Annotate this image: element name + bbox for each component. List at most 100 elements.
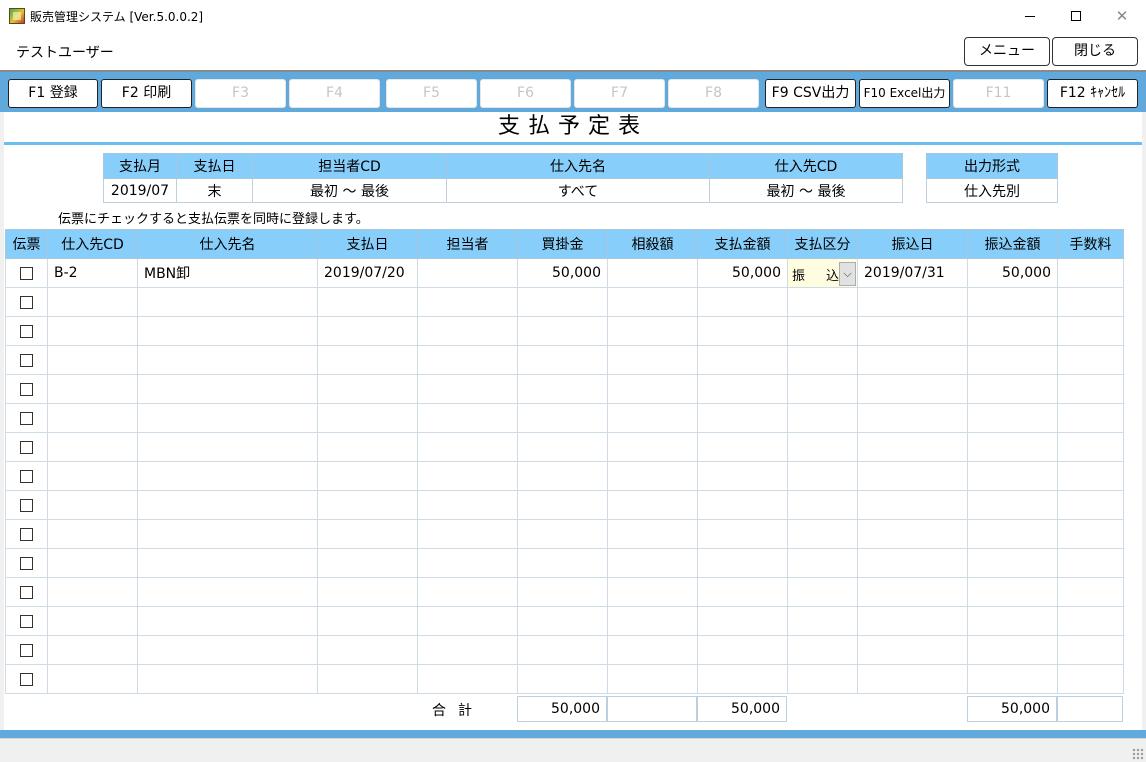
col-header-pay-type[interactable]: 支払区分 — [787, 229, 858, 259]
fee-cell[interactable] — [1057, 374, 1124, 404]
voucher-cell[interactable] — [5, 548, 48, 578]
payable-cell[interactable] — [517, 403, 608, 433]
offset-cell[interactable] — [607, 432, 698, 462]
f1-register-button[interactable]: F1 登録 — [8, 79, 98, 108]
supplier-cd-cell[interactable] — [47, 577, 138, 607]
pay-date-cell[interactable] — [317, 606, 418, 636]
supplier-cd-cell[interactable] — [47, 316, 138, 346]
offset-cell[interactable] — [607, 577, 698, 607]
fee-cell[interactable] — [1057, 548, 1124, 578]
supplier-name-cell[interactable] — [137, 374, 318, 404]
offset-cell[interactable] — [607, 287, 698, 317]
chevron-down-icon[interactable]: ⌵ — [839, 261, 856, 286]
pay-date-cell[interactable] — [317, 461, 418, 491]
supplier-name-cell[interactable]: MBN卸 — [137, 258, 318, 288]
fee-cell[interactable] — [1057, 345, 1124, 375]
pay-type-cell[interactable] — [787, 403, 858, 433]
offset-cell[interactable] — [607, 490, 698, 520]
table-row[interactable] — [5, 374, 1124, 404]
payable-cell[interactable]: 50,000 — [517, 258, 608, 288]
f4-button[interactable]: F4 — [289, 79, 380, 108]
table-row[interactable] — [5, 345, 1124, 375]
col-header-staff[interactable]: 担当者 — [417, 229, 518, 259]
pay-type-cell[interactable] — [787, 287, 858, 317]
voucher-checkbox[interactable] — [20, 382, 33, 396]
staff-cell[interactable] — [417, 287, 518, 317]
transfer-date-cell[interactable] — [857, 490, 968, 520]
transfer-date-cell[interactable] — [857, 519, 968, 549]
resize-grip-icon[interactable] — [1132, 748, 1144, 760]
transfer-date-cell[interactable] — [857, 577, 968, 607]
transfer-date-cell[interactable] — [857, 374, 968, 404]
supplier-name-cell[interactable] — [137, 345, 318, 375]
transfer-date-cell[interactable] — [857, 635, 968, 665]
supplier-name-cell[interactable] — [137, 577, 318, 607]
pay-type-cell[interactable] — [787, 316, 858, 346]
pay-type-select[interactable]: 振 込 ⌵ — [788, 260, 857, 287]
transfer-amount-cell[interactable] — [967, 635, 1058, 665]
transfer-amount-cell[interactable] — [967, 490, 1058, 520]
pay-type-cell[interactable] — [787, 519, 858, 549]
table-row[interactable] — [5, 635, 1124, 665]
table-row[interactable] — [5, 316, 1124, 346]
transfer-amount-cell[interactable]: 50,000 — [967, 258, 1058, 288]
transfer-amount-cell[interactable] — [967, 345, 1058, 375]
supplier-cd-cell[interactable] — [47, 461, 138, 491]
supplier-name-cell[interactable] — [137, 490, 318, 520]
col-header-transfer-date[interactable]: 振込日 — [857, 229, 968, 259]
supplier-cd-cell[interactable] — [47, 432, 138, 462]
fee-cell[interactable] — [1057, 403, 1124, 433]
fee-cell[interactable] — [1057, 432, 1124, 462]
voucher-checkbox[interactable] — [20, 527, 33, 541]
pay-date-cell[interactable] — [317, 664, 418, 694]
pay-amount-cell[interactable]: 50,000 — [697, 258, 788, 288]
col-header-supplier-cd[interactable]: 仕入先CD — [47, 229, 138, 259]
pay-type-cell[interactable] — [787, 635, 858, 665]
table-row[interactable] — [5, 548, 1124, 578]
transfer-date-cell[interactable] — [857, 548, 968, 578]
transfer-amount-cell[interactable] — [967, 606, 1058, 636]
f9-csv-button[interactable]: F9 CSV出力 — [765, 79, 856, 108]
supplier-name-cell[interactable] — [137, 432, 318, 462]
staff-cell[interactable] — [417, 345, 518, 375]
transfer-date-cell[interactable] — [857, 403, 968, 433]
fee-cell[interactable] — [1057, 258, 1124, 288]
voucher-cell[interactable] — [5, 345, 48, 375]
pay-type-cell[interactable] — [787, 432, 858, 462]
pay-date-cell[interactable] — [317, 519, 418, 549]
offset-cell[interactable] — [607, 664, 698, 694]
voucher-checkbox[interactable] — [20, 643, 33, 657]
transfer-amount-cell[interactable] — [967, 287, 1058, 317]
f2-print-button[interactable]: F2 印刷 — [101, 79, 192, 108]
f6-button[interactable]: F6 — [480, 79, 571, 108]
payable-cell[interactable] — [517, 606, 608, 636]
pay-date-cell[interactable] — [317, 548, 418, 578]
payable-cell[interactable] — [517, 461, 608, 491]
staff-cell[interactable] — [417, 577, 518, 607]
voucher-checkbox[interactable] — [20, 614, 33, 628]
payable-cell[interactable] — [517, 635, 608, 665]
pay-date-cell[interactable]: 2019/07/20 — [317, 258, 418, 288]
payable-cell[interactable] — [517, 519, 608, 549]
transfer-date-cell[interactable] — [857, 461, 968, 491]
staff-cell[interactable] — [417, 606, 518, 636]
supplier-name-cell[interactable] — [137, 664, 318, 694]
supplier-name-cell[interactable] — [137, 403, 318, 433]
supplier-cd-cell[interactable] — [47, 374, 138, 404]
pay-date-cell[interactable] — [317, 635, 418, 665]
transfer-amount-cell[interactable] — [967, 519, 1058, 549]
transfer-amount-cell[interactable] — [967, 548, 1058, 578]
fee-cell[interactable] — [1057, 606, 1124, 636]
staff-cell[interactable] — [417, 548, 518, 578]
voucher-cell[interactable] — [5, 635, 48, 665]
pay-amount-cell[interactable] — [697, 664, 788, 694]
table-row[interactable] — [5, 287, 1124, 317]
pay-date-cell[interactable] — [317, 403, 418, 433]
transfer-date-cell[interactable] — [857, 664, 968, 694]
window-close-button[interactable]: ✕ — [1099, 0, 1145, 32]
pay-type-cell[interactable] — [787, 345, 858, 375]
offset-cell[interactable] — [607, 345, 698, 375]
supplier-name-cell[interactable] — [137, 316, 318, 346]
f8-button[interactable]: F8 — [668, 79, 759, 108]
table-row[interactable] — [5, 403, 1124, 433]
